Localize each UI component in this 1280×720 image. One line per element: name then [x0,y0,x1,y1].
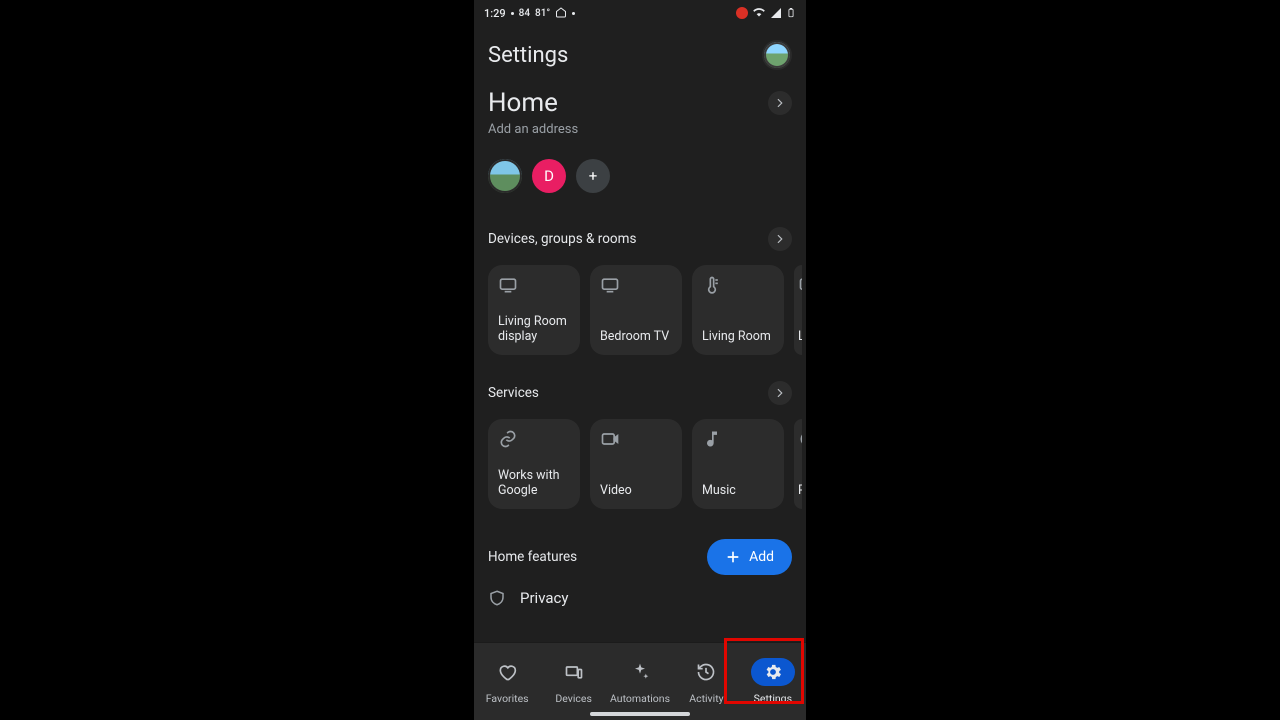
service-card[interactable]: Works with Google [488,419,580,509]
service-icon [798,429,802,449]
chevron-right-icon[interactable] [768,227,792,251]
add-button[interactable]: Add [707,539,792,575]
member-avatar-1[interactable] [488,159,522,193]
device-label: L S [798,329,802,345]
status-bar: 1:29 84 81° [474,0,806,26]
battery-icon [786,6,796,20]
devices-section-header[interactable]: Devices, groups & rooms [474,227,806,251]
device-card[interactable]: L S [794,265,802,355]
services-section-header[interactable]: Services [474,381,806,405]
nav-label: Activity [689,692,723,705]
home-name: Home [488,88,558,118]
device-card[interactable]: Living Room [692,265,784,355]
status-temp: 84 [519,8,530,19]
thermostat-icon [702,275,722,295]
device-label: Living Room [702,329,774,345]
bottom-nav: Favorites Devices Automations Activity [474,642,806,720]
nav-activity[interactable]: Activity [673,643,739,720]
home-row[interactable]: Home [488,88,792,118]
devices-section-title: Devices, groups & rooms [488,231,636,247]
heart-icon [485,658,529,686]
status-left: 1:29 84 81° [484,6,575,21]
phone-frame: 1:29 84 81° [474,0,806,720]
status-dot-icon [511,12,514,15]
home-members: D + [474,159,806,193]
plus-icon [725,549,741,565]
home-features-row: Home features Add [474,539,806,575]
nav-automations[interactable]: Automations [607,643,673,720]
device-card[interactable]: Living Room display [488,265,580,355]
service-label: Video [600,483,672,499]
devices-icon [552,658,596,686]
privacy-row[interactable]: Privacy [474,575,806,607]
chevron-right-icon[interactable] [768,91,792,115]
member-initial: D [544,167,554,185]
display-icon [498,275,518,295]
page-header: Settings [474,26,806,88]
nav-label: Favorites [486,692,529,705]
device-card[interactable]: Bedroom TV [590,265,682,355]
avatar-image [764,42,790,68]
gesture-bar [590,712,690,716]
page-title: Settings [488,43,568,68]
device-label: Bedroom TV [600,329,672,345]
account-avatar[interactable] [762,40,792,70]
service-card[interactable]: Video [590,419,682,509]
device-label: Living Room display [498,314,570,345]
service-label: Works with Google [498,468,570,499]
services-section-title: Services [488,385,539,401]
sparkle-icon [618,658,662,686]
home-features-title: Home features [488,549,577,565]
home-section: Home Add an address [474,88,806,137]
status-temp2: 81° [535,8,550,19]
status-time: 1:29 [484,7,506,20]
privacy-icon [488,589,506,607]
nav-label: Automations [610,692,670,705]
history-icon [684,658,728,686]
device-icon [798,275,802,295]
link-icon [498,429,518,449]
nav-favorites[interactable]: Favorites [474,643,540,720]
privacy-label: Privacy [520,589,568,607]
home-icon [555,6,567,21]
nav-label: Settings [754,692,792,705]
status-dot2-icon [572,12,575,15]
chevron-right-icon[interactable] [768,381,792,405]
services-scroller[interactable]: Works with Google Video Music R [474,405,806,509]
devices-scroller[interactable]: Living Room display Bedroom TV Living Ro… [474,251,806,355]
stage: 1:29 84 81° [0,0,1280,720]
nav-label: Devices [555,692,592,705]
add-button-label: Add [749,549,774,565]
home-address[interactable]: Add an address [488,122,792,137]
member-avatar-2[interactable]: D [532,159,566,193]
gear-icon [751,658,795,686]
wifi-icon [752,6,766,20]
music-icon [702,429,722,449]
status-right [736,6,796,20]
signal-icon [770,7,782,19]
nav-settings[interactable]: Settings [740,643,806,720]
screen-record-icon [736,7,748,19]
service-card[interactable]: R [794,419,802,509]
video-icon [600,429,620,449]
nav-devices[interactable]: Devices [540,643,606,720]
service-label: R [798,483,802,499]
service-label: Music [702,483,774,499]
add-member-button[interactable]: + [576,159,610,193]
service-card[interactable]: Music [692,419,784,509]
tv-icon [600,275,620,295]
